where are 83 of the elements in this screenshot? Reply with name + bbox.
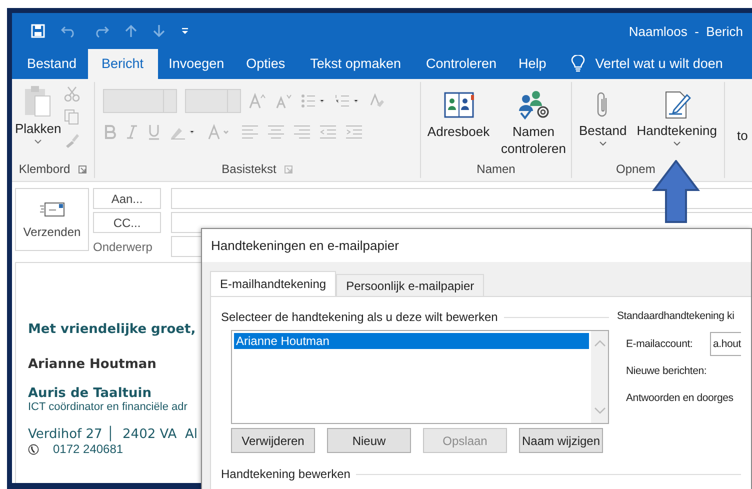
scroll-down-icon[interactable] bbox=[594, 407, 606, 415]
send-button[interactable]: Verzenden bbox=[15, 188, 89, 251]
align-left-icon[interactable] bbox=[241, 125, 259, 139]
section-label: Selecteer de handtekening als u deze wilt bewerken bbox=[221, 310, 498, 324]
phone-number: 0172 240681 bbox=[53, 442, 124, 456]
scrollbar[interactable] bbox=[591, 331, 608, 423]
address-book-button[interactable]: Adresboek bbox=[424, 90, 492, 140]
ribbon-tab[interactable]: Help bbox=[508, 49, 558, 79]
field-label: Antwoorden en doorges bbox=[626, 390, 734, 404]
dialog-tab[interactable]: E-mailhandtekening bbox=[210, 271, 336, 296]
field-label: Nieuwe berichten: bbox=[626, 364, 708, 378]
subject-label: Onderwerp bbox=[93, 240, 154, 254]
italic-icon[interactable] bbox=[125, 124, 139, 140]
to-button[interactable]: Aan... bbox=[93, 188, 161, 209]
paste-button[interactable]: Plakken bbox=[12, 84, 64, 144]
section-label: Standaardhandtekening ki bbox=[617, 310, 734, 322]
dialog-button[interactable]: Nieuw bbox=[327, 428, 411, 453]
ribbon-button[interactable]: to bbox=[737, 128, 748, 143]
underline-icon[interactable] bbox=[147, 124, 161, 140]
attach-file-button[interactable]: Bestand bbox=[576, 90, 630, 146]
dialog-tab[interactable]: Persoonlijk e-mailpapier bbox=[336, 274, 484, 296]
grow-font-icon[interactable] bbox=[249, 93, 267, 109]
align-center-icon[interactable] bbox=[267, 125, 285, 139]
font-combo[interactable] bbox=[103, 89, 177, 113]
window-title: Naamloos - Berich bbox=[628, 24, 743, 38]
account-dropdown[interactable]: a.hout bbox=[710, 332, 741, 356]
group-label: Opnem bbox=[616, 162, 656, 176]
signature-line: Verdihof 27 │ 2402 VA Al bbox=[28, 427, 198, 442]
up-arrow-icon[interactable] bbox=[125, 24, 137, 38]
dialog-launcher-icon[interactable] bbox=[78, 164, 88, 174]
paintbrush-icon[interactable] bbox=[64, 132, 80, 148]
outdent-icon[interactable] bbox=[319, 125, 337, 139]
undo-icon[interactable] bbox=[61, 24, 77, 38]
chevron-icon bbox=[598, 141, 607, 146]
copy-icon[interactable] bbox=[64, 109, 80, 125]
scroll-up-icon[interactable] bbox=[594, 339, 606, 347]
cc-button[interactable]: CC... bbox=[93, 212, 161, 233]
clear-format-icon[interactable] bbox=[369, 93, 385, 109]
dialog-launcher-icon[interactable] bbox=[284, 164, 294, 174]
signature-line: ICT coördinator en financiële adr bbox=[28, 401, 188, 413]
address-book-icon bbox=[442, 90, 474, 120]
bold-icon[interactable] bbox=[103, 124, 117, 140]
signature-line: Arianne Houtman bbox=[28, 357, 156, 372]
signature-list[interactable]: Arianne Houtman bbox=[231, 330, 609, 424]
save-icon[interactable] bbox=[31, 24, 45, 38]
indent-icon[interactable] bbox=[345, 125, 363, 139]
people-at-icon bbox=[516, 90, 550, 120]
font-size-combo[interactable] bbox=[185, 89, 241, 113]
ribbon-tab[interactable]: Bericht bbox=[88, 49, 158, 79]
to-field[interactable] bbox=[171, 188, 752, 209]
ribbon-tab[interactable]: Controleren bbox=[414, 49, 508, 79]
signature-list-item[interactable]: Arianne Houtman bbox=[234, 333, 589, 349]
shrink-font-icon[interactable] bbox=[275, 93, 293, 109]
group-label: Namen bbox=[476, 162, 516, 176]
group-label: Klembord bbox=[18, 162, 70, 176]
section-label: Handtekening bewerken bbox=[221, 467, 350, 481]
field-label: E-mailaccount: bbox=[626, 336, 694, 350]
chevron-icon bbox=[34, 139, 42, 144]
scissors-icon[interactable] bbox=[64, 86, 80, 102]
clipboard-icon bbox=[23, 84, 54, 118]
lightbulb-icon bbox=[571, 55, 586, 73]
ribbon-tab[interactable]: Opties bbox=[235, 49, 296, 79]
chevron-icon bbox=[672, 141, 681, 146]
dialog-title: Handtekeningen en e-mailpapier bbox=[210, 237, 399, 255]
signature-line: Met vriendelijke groet, bbox=[28, 322, 196, 337]
tell-me-search[interactable]: Vertel wat u wilt doen bbox=[595, 49, 723, 79]
dialog-button[interactable]: Naam wijzigen bbox=[519, 428, 603, 453]
dialog-button[interactable]: Verwijderen bbox=[231, 428, 315, 453]
redo-icon[interactable] bbox=[93, 24, 109, 38]
numbering-icon[interactable] bbox=[335, 94, 361, 108]
group-label: Basistekst bbox=[222, 162, 276, 176]
check-names-button[interactable]: Namen controleren bbox=[500, 90, 568, 157]
customize-icon[interactable] bbox=[181, 27, 189, 35]
signature-button[interactable]: Handtekening bbox=[634, 90, 720, 146]
align-right-icon[interactable] bbox=[293, 125, 311, 139]
signature-line: Auris de Taaltuin bbox=[28, 386, 152, 401]
envelope-icon bbox=[39, 200, 65, 216]
down-arrow-icon[interactable] bbox=[153, 24, 165, 38]
ribbon-tab[interactable]: Bestand bbox=[16, 49, 88, 79]
bullets-icon[interactable] bbox=[301, 94, 327, 108]
ribbon-tab[interactable]: Invoegen bbox=[158, 49, 236, 79]
ribbon-tab[interactable]: Tekst opmaken bbox=[296, 49, 415, 79]
phone-icon bbox=[28, 444, 39, 454]
